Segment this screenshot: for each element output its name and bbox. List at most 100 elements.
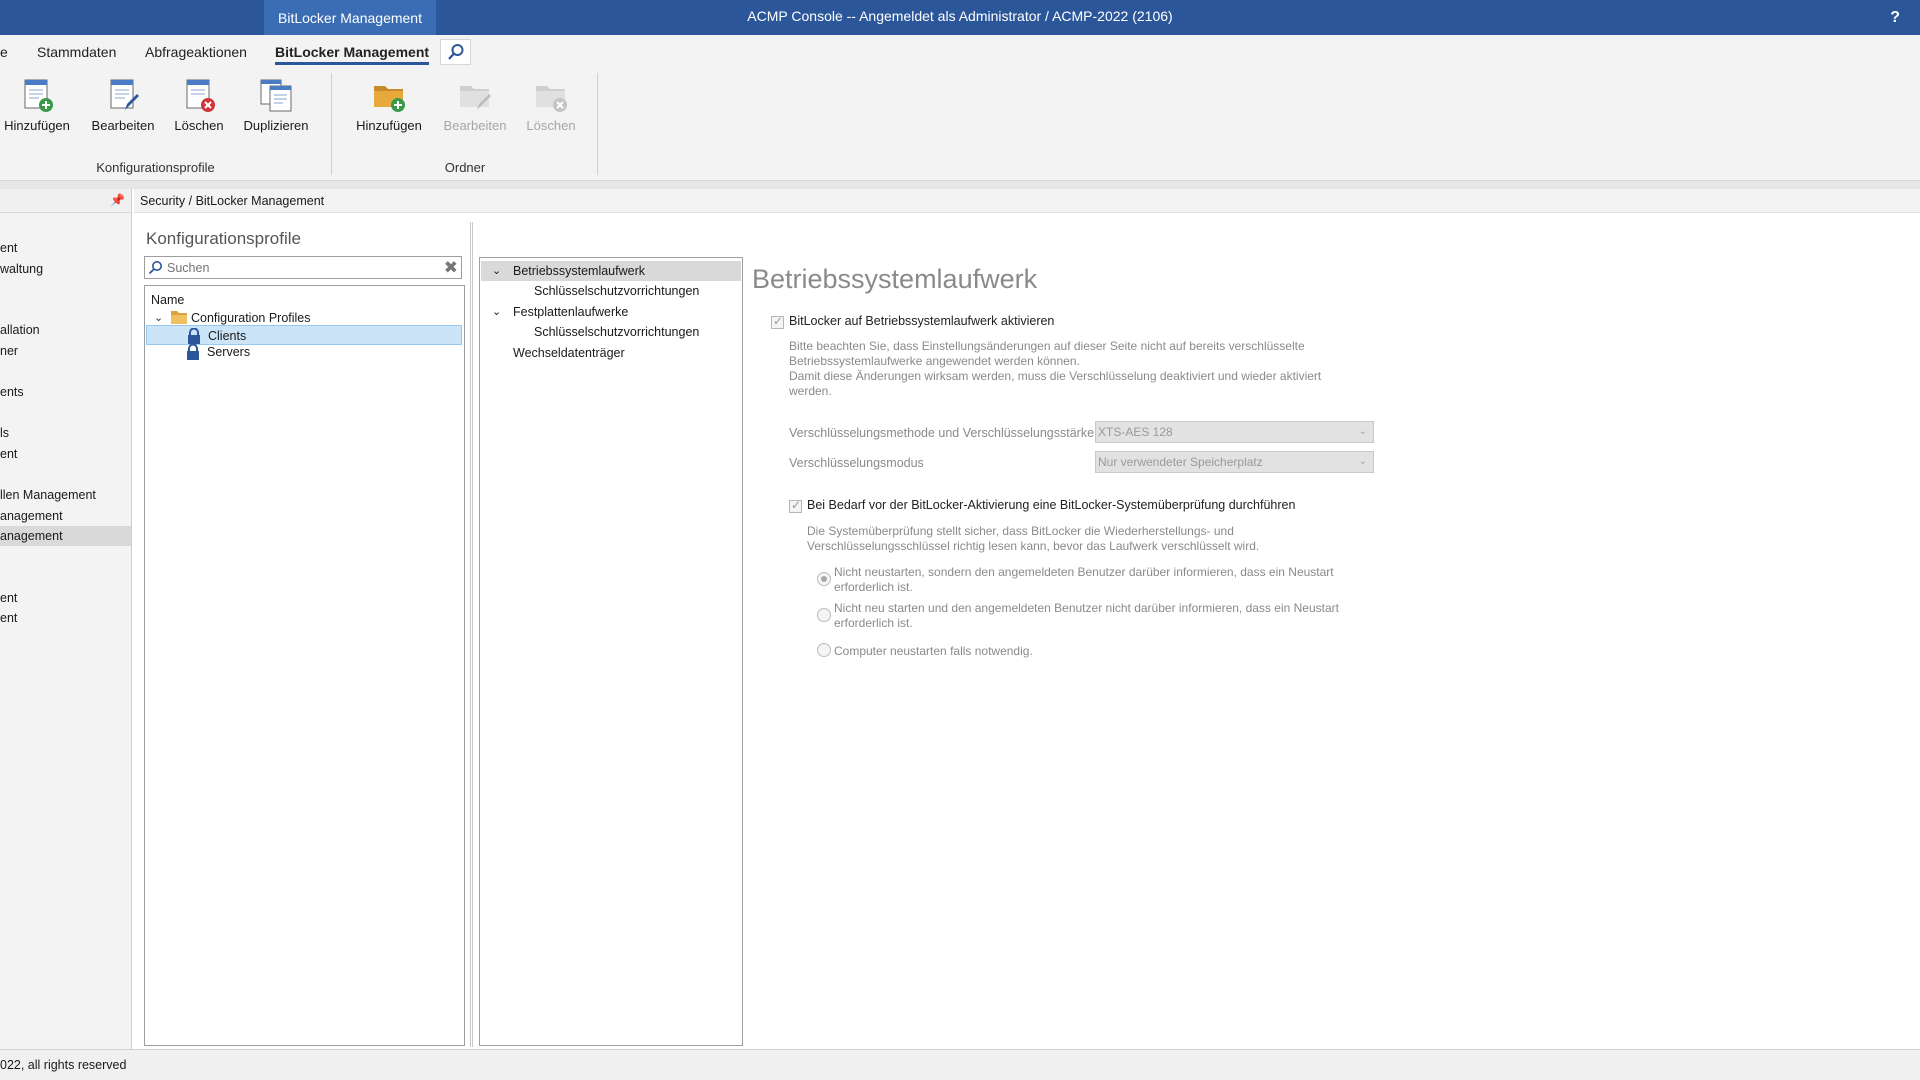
tree-column-header[interactable]: Name [151, 293, 184, 307]
profile-add-button[interactable]: Hinzufügen [0, 77, 77, 139]
nav-item[interactable]: ents [0, 382, 131, 402]
chevron-down-icon: ⌄ [1358, 456, 1367, 467]
group-label-profiles: Konfigurationsprofile [96, 160, 215, 175]
page-title: Betriebssystemlaufwerk [752, 264, 1038, 294]
document-edit-icon [110, 79, 139, 110]
nav-item[interactable]: anagement [0, 506, 131, 526]
restart-option-notify-label: Nicht neustarten, sondern den angemeldet… [834, 565, 1334, 595]
ribbon-divider [0, 181, 1920, 189]
settings-node-removable[interactable]: Wechseldatenträger [481, 343, 741, 363]
checkmark-icon: ✓ [791, 498, 802, 512]
ribbon-separator [331, 73, 332, 175]
tree-node-label: Servers [207, 345, 251, 359]
tab-bitlocker-management[interactable]: BitLocker Management [275, 44, 430, 65]
settings-node-key-protectors[interactable]: Schlüsselschutzvorrichtungen [481, 281, 741, 301]
enable-bitlocker-label: BitLocker auf Betriebssystemlaufwerk akt… [789, 314, 1055, 328]
folder-edit-button[interactable]: Bearbeiten [435, 77, 515, 139]
settings-node-os-drive[interactable]: ⌄ Betriebssystemlaufwerk [481, 261, 741, 281]
option-line: Nicht neu starten und den angemeldeten B… [834, 601, 1339, 615]
profile-delete-button[interactable]: Löschen [159, 77, 239, 139]
note-line: Die Systemüberprüfung stellt sicher, das… [807, 524, 1234, 538]
help-button[interactable]: ? [1890, 0, 1900, 35]
restart-option-auto-radio[interactable] [817, 643, 831, 657]
nav-item-selected[interactable]: anagement [0, 526, 131, 546]
settings-tree: ⌄ Betriebssystemlaufwerk Schlüsselschutz… [479, 257, 743, 1046]
document-duplicate-icon [260, 79, 292, 112]
settings-node-label: Betriebssystemlaufwerk [513, 264, 645, 278]
settings-node-label: Schlüsselschutzvorrichtungen [534, 284, 700, 298]
group-label-folder: Ordner [444, 160, 486, 175]
profile-edit-button[interactable]: Bearbeiten [83, 77, 163, 139]
nav-item[interactable]: ent [0, 444, 131, 464]
context-tab-bitlocker[interactable]: BitLocker Management [264, 0, 436, 35]
search-icon [447, 44, 463, 60]
ribbon-tab-bar: e Stammdaten Abfrageaktionen BitLocker M… [0, 35, 1920, 69]
profiles-panel: Konfigurationsprofile ✖ Name ⌄ Configura… [134, 214, 466, 1049]
folder-delete-label: Löschen [526, 118, 576, 133]
system-check-note: Die Systemüberprüfung stellt sicher, das… [807, 524, 1259, 554]
encryption-mode-select[interactable]: Nur verwendeter Speicherplatz ⌄ [1095, 451, 1374, 473]
chevron-down-icon[interactable]: ⌄ [492, 261, 501, 281]
profiles-title: Konfigurationsprofile [146, 229, 301, 248]
ribbon-separator [597, 73, 598, 175]
nav-item[interactable]: ner [0, 341, 131, 361]
tab-stammdaten[interactable]: Stammdaten [37, 44, 116, 60]
restart-option-auto-label: Computer neustarten falls notwendig. [834, 644, 1033, 659]
radio-dot-icon [821, 576, 827, 582]
nav-item[interactable]: ent [0, 588, 131, 608]
navigation-panel: 📌 ent waltung allation ner ents ls ent l… [0, 189, 132, 1049]
restart-option-notify-radio[interactable] [817, 572, 831, 586]
option-line: Nicht neustarten, sondern den angemeldet… [834, 565, 1334, 579]
folder-add-label: Hinzufügen [356, 118, 422, 133]
option-line: Computer neustarten falls notwendig. [834, 644, 1033, 658]
option-line: erforderlich ist. [834, 616, 913, 630]
option-line: erforderlich ist. [834, 580, 913, 594]
profile-search-box: ✖ [144, 256, 462, 279]
system-check-checkbox[interactable]: ✓ [789, 498, 802, 513]
nav-item[interactable]: ls [0, 423, 131, 443]
folder-edit-icon [460, 86, 491, 110]
nav-item[interactable]: allation [0, 320, 131, 340]
profile-delete-label: Löschen [174, 118, 224, 133]
document-add-icon [24, 79, 53, 112]
settings-node-key-protectors[interactable]: Schlüsselschutzvorrichtungen [481, 322, 741, 342]
note-line: Verschlüsselungsschlüssel richtig lesen … [807, 539, 1260, 553]
nav-item[interactable]: waltung [0, 259, 131, 279]
ribbon-search-button[interactable] [440, 39, 471, 65]
chevron-down-icon[interactable]: ⌄ [492, 302, 501, 322]
nav-item[interactable]: llen Management [0, 485, 131, 505]
profiles-tree: Name ⌄ Configuration Profiles Clients Se… [144, 285, 465, 1046]
tab-abfrageaktionen[interactable]: Abfrageaktionen [145, 44, 247, 60]
note-line: Betriebssystemlaufwerke angewendet werde… [789, 354, 1080, 368]
search-icon [148, 261, 162, 275]
tree-node-servers[interactable]: Servers [146, 342, 462, 362]
encryption-method-value: XTS-AES 128 [1098, 425, 1173, 439]
encryption-method-select[interactable]: XTS-AES 128 ⌄ [1095, 421, 1374, 443]
profile-edit-label: Bearbeiten [91, 118, 155, 133]
folder-add-icon [374, 86, 405, 112]
tab-file-truncated[interactable]: e [0, 44, 8, 60]
pin-icon[interactable]: 📌 [110, 193, 125, 207]
status-bar: 022, all rights reserved [0, 1049, 1920, 1080]
encryption-mode-label: Verschlüsselungsmodus [789, 456, 924, 470]
clear-search-icon[interactable]: ✖ [444, 258, 458, 277]
settings-node-label: Schlüsselschutzvorrichtungen [534, 325, 700, 339]
profile-duplicate-label: Duplizieren [243, 118, 309, 133]
settings-node-fixed-drives[interactable]: ⌄ Festplattenlaufwerke [481, 302, 741, 322]
note-line: werden. [789, 384, 832, 398]
nav-item[interactable]: ent [0, 238, 131, 258]
folder-edit-label: Bearbeiten [443, 118, 507, 133]
lock-icon [187, 344, 199, 360]
panel-splitter[interactable] [470, 222, 473, 1047]
folder-delete-button[interactable]: Löschen [511, 77, 591, 139]
title-bar: ACMP Console -- Angemeldet als Administr… [0, 0, 1920, 35]
profile-search-input[interactable] [167, 259, 429, 276]
breadcrumb: Security / BitLocker Management [134, 189, 1920, 213]
settings-node-label: Wechseldatenträger [513, 346, 625, 360]
restart-option-silent-radio[interactable] [817, 608, 831, 622]
nav-item[interactable]: ent [0, 608, 131, 628]
folder-delete-icon [536, 86, 567, 112]
profile-duplicate-button[interactable]: Duplizieren [236, 77, 316, 139]
folder-add-button[interactable]: Hinzufügen [349, 77, 429, 139]
enable-bitlocker-checkbox[interactable]: ✓ [771, 314, 784, 329]
